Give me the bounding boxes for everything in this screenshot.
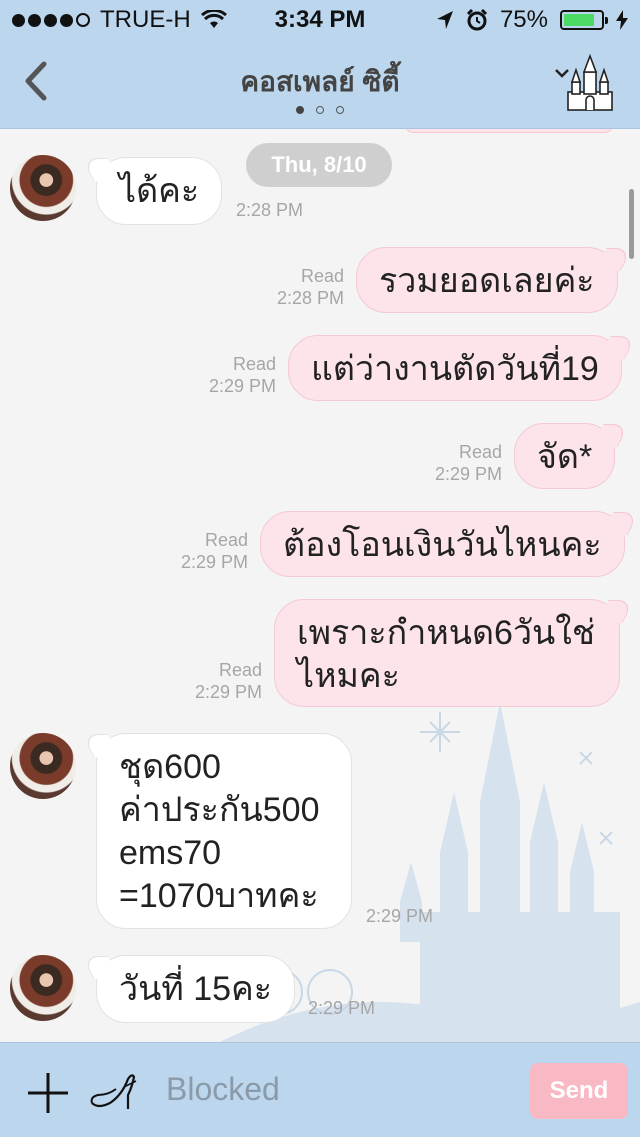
status-bar: TRUE-H 3:34 PM 75% [0, 0, 640, 40]
plus-icon[interactable] [26, 1071, 70, 1115]
read-receipt: Read [300, 266, 344, 286]
avatar[interactable] [10, 155, 76, 221]
message-input[interactable]: Blocked [166, 1071, 280, 1108]
message-time: 2:29 PM [194, 682, 262, 702]
message-time: 2:29 PM [180, 552, 248, 572]
battery-percent: 75% [499, 6, 548, 33]
partial-message-bubble [404, 129, 614, 133]
send-button[interactable]: Send [530, 1063, 628, 1119]
scrollbar[interactable] [629, 189, 634, 259]
chat-header: คอสเพลย์ ซิตี้ [0, 40, 640, 129]
page-dot [316, 106, 324, 114]
chat-title[interactable]: คอสเพลย์ ซิตี้ [0, 60, 640, 104]
read-receipt: Read [232, 354, 276, 374]
castle-menu-icon[interactable] [554, 54, 616, 112]
avatar[interactable] [10, 955, 76, 1021]
avatar[interactable] [10, 733, 76, 799]
message-time: 2:28 PM [276, 288, 344, 308]
outgoing-message[interactable]: ต้องโอนเงินวันไหนคะ [260, 511, 625, 577]
alarm-icon [466, 9, 488, 31]
message-time: 2:29 PM [308, 998, 376, 1018]
message-time: 2:29 PM [366, 906, 434, 926]
page-indicator [0, 106, 640, 114]
location-arrow-icon [436, 11, 453, 29]
outgoing-message[interactable]: จัด* [514, 423, 616, 489]
read-receipt: Read [218, 660, 262, 680]
battery-icon [560, 10, 608, 30]
message-time: 2:29 PM [434, 464, 502, 484]
page-dot [296, 106, 304, 114]
outgoing-message[interactable]: แต่ว่างานตัดวันที่19 [288, 335, 622, 401]
outgoing-message[interactable]: รวมยอดเลยค่ะ [356, 247, 618, 313]
input-bar: Blocked Send [0, 1042, 640, 1137]
incoming-message[interactable]: ได้คะ [96, 157, 223, 225]
charging-bolt-icon [616, 10, 628, 30]
incoming-message[interactable]: วันที่ 15คะ [96, 955, 296, 1023]
glass-slipper-icon[interactable] [88, 1069, 138, 1115]
message-time: 2:29 PM [208, 376, 276, 396]
date-separator: Thu, 8/10 [246, 143, 392, 187]
incoming-message[interactable]: ชุด600 ค่าประกัน500 ems70 =1070บาทคะ [96, 733, 352, 929]
outgoing-message[interactable]: เพราะกำหนด6วันใช่ ไหมคะ [274, 599, 620, 707]
read-receipt: Read [204, 530, 248, 550]
page-dot [336, 106, 344, 114]
read-receipt: Read [458, 442, 502, 462]
message-time: 2:28 PM [236, 200, 304, 220]
message-list[interactable]: Thu, 8/10 ได้คะ 2:28 PM Read 2:28 PM รวม… [0, 129, 640, 1042]
